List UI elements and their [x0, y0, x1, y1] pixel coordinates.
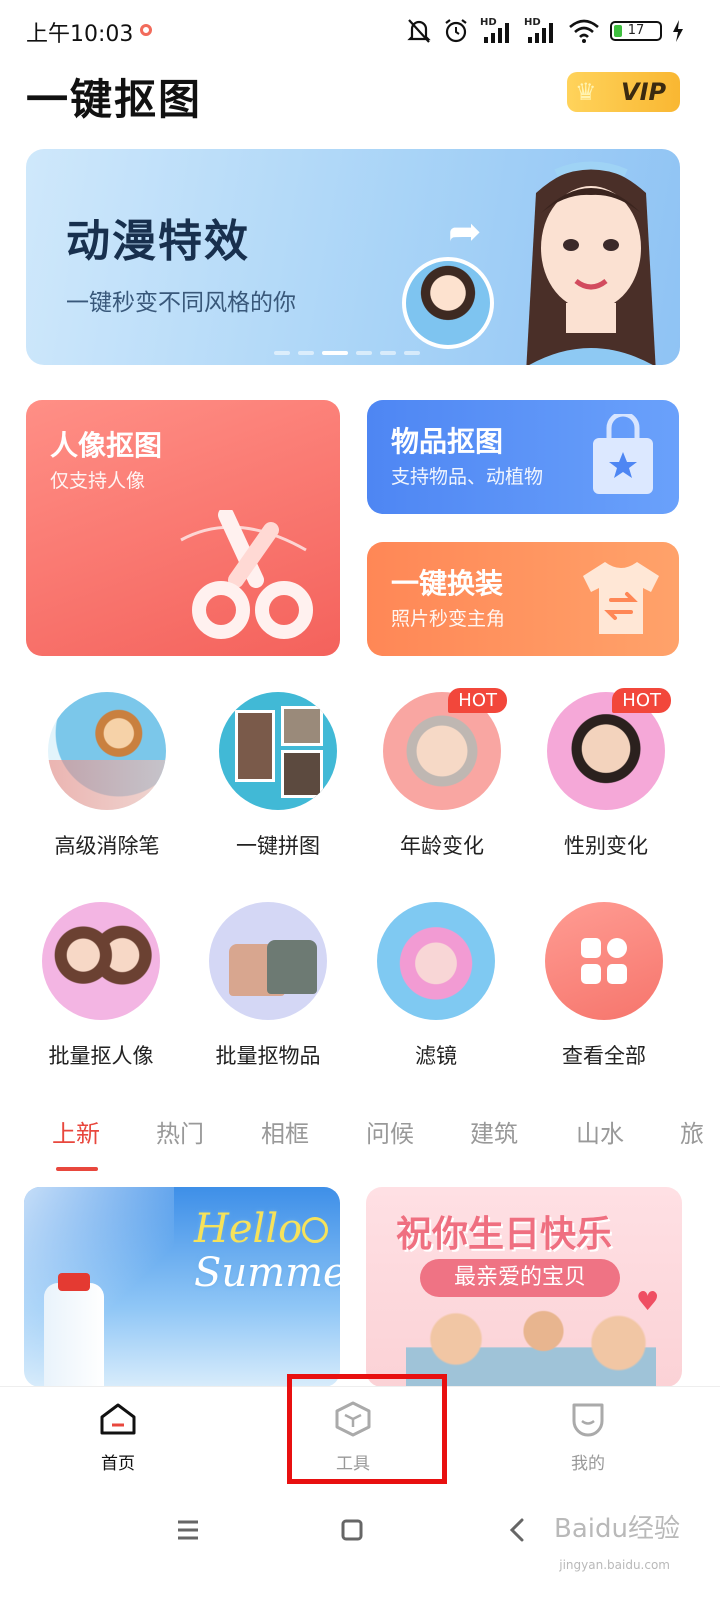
signal-hd-icon-2: HD — [524, 17, 558, 45]
tool-collage[interactable]: 一键拼图 — [193, 692, 363, 860]
tab-new[interactable]: 上新 — [52, 1114, 100, 1149]
tshirt-swap-icon — [583, 562, 659, 634]
batch-portrait-thumbnail — [42, 902, 160, 1020]
outfit-swap-card[interactable]: 一键换装 照片秒变主角 — [367, 542, 679, 656]
baidu-watermark-url: jingyan.baidu.com — [559, 1558, 670, 1572]
collage-thumbnail — [219, 692, 337, 810]
tab-hot[interactable]: 热门 — [156, 1114, 204, 1149]
outfit-card-title: 一键换装 — [391, 567, 504, 600]
signal-hd-icon: HD — [480, 17, 514, 45]
object-cutout-card[interactable]: 物品抠图 支持物品、动植物 — [367, 400, 679, 514]
tab-frames[interactable]: 相框 — [261, 1114, 309, 1149]
bottle-image — [44, 1283, 104, 1387]
object-card-subtitle: 支持物品、动植物 — [391, 466, 544, 488]
vip-label: VIP — [621, 78, 667, 106]
tool-label: 批量抠物品 — [215, 1044, 321, 1068]
nav-profile-label: 我的 — [571, 1454, 605, 1474]
filter-thumbnail — [377, 902, 495, 1020]
tool-gender-change[interactable]: HOT 性别变化 — [521, 688, 691, 860]
app-title: 一键抠图 — [26, 75, 203, 124]
tool-label: 性别变化 — [564, 834, 648, 858]
eraser-pen-thumbnail — [48, 692, 166, 810]
banner-dot[interactable] — [356, 351, 372, 355]
scissors-icon — [180, 510, 313, 639]
nav-home[interactable]: 首页 — [58, 1401, 178, 1474]
portrait-card-title: 人像抠图 — [50, 429, 163, 462]
home-square-icon[interactable] — [332, 1510, 372, 1550]
portrait-card-subtitle: 仅支持人像 — [50, 470, 146, 492]
share-arrow-icon: ➦ — [448, 209, 482, 255]
wifi-icon — [569, 19, 599, 43]
mute-bell-icon — [407, 19, 431, 43]
tool-view-all[interactable]: 查看全部 — [519, 902, 689, 1070]
banner-dot[interactable] — [274, 351, 290, 355]
shopping-bag-icon — [593, 414, 653, 494]
menu-icon[interactable] — [168, 1510, 208, 1550]
tool-label: 年龄变化 — [400, 834, 484, 858]
tab-landscape[interactable]: 山水 — [576, 1114, 624, 1149]
view-all-thumbnail — [545, 902, 663, 1020]
tool-batch-object[interactable]: 批量抠物品 — [183, 902, 353, 1070]
back-chevron-icon[interactable] — [498, 1510, 538, 1550]
batch-object-thumbnail — [209, 902, 327, 1020]
tool-batch-portrait[interactable]: 批量抠人像 — [16, 902, 186, 1070]
active-tab-indicator — [56, 1167, 98, 1171]
promo-banner[interactable]: 动漫特效 一键秒变不同风格的你 ➦ — [26, 149, 680, 365]
bottle-cap — [58, 1273, 90, 1291]
tool-label: 滤镜 — [415, 1044, 457, 1068]
charging-icon — [673, 20, 683, 42]
tool-label: 批量抠人像 — [48, 1044, 154, 1068]
highlight-annotation-box — [287, 1374, 447, 1484]
anime-portrait-image — [526, 161, 656, 365]
tool-label: 一键拼图 — [236, 834, 320, 858]
banner-dot[interactable] — [380, 351, 396, 355]
summer-line2: Summer — [194, 1250, 340, 1296]
tool-age-change[interactable]: HOT 年龄变化 — [357, 688, 527, 860]
sun-icon — [302, 1217, 328, 1243]
tool-filter[interactable]: 滤镜 — [351, 902, 521, 1070]
template-summer[interactable]: Hello Summer — [24, 1187, 340, 1387]
tool-eraser-pen[interactable]: 高级消除笔 — [22, 692, 192, 860]
tab-travel[interactable]: 旅 — [680, 1114, 704, 1149]
tab-architecture[interactable]: 建筑 — [470, 1114, 518, 1149]
tool-label: 查看全部 — [562, 1044, 646, 1068]
hot-badge: HOT — [448, 688, 507, 713]
crown-icon: ♛ — [575, 78, 597, 106]
original-photo-avatar — [402, 257, 494, 349]
category-tabs: 上新 热门 相框 问候 建筑 山水 旅 — [0, 1110, 720, 1174]
vip-button[interactable]: ♛ VIP — [567, 72, 680, 112]
banner-dot-active[interactable] — [322, 351, 348, 355]
portrait-cutout-card[interactable]: 人像抠图 仅支持人像 — [26, 400, 340, 656]
baidu-watermark: Baidu经验 — [554, 1514, 680, 1544]
status-bar: 上午10:03 HD HD 17 — [0, 0, 720, 62]
tab-greetings[interactable]: 问候 — [366, 1114, 414, 1149]
battery-icon: 17 — [610, 21, 662, 41]
status-icons: HD HD 17 — [406, 14, 684, 48]
banner-title: 动漫特效 — [66, 216, 250, 267]
hot-badge: HOT — [612, 688, 671, 713]
birthday-template-title: 祝你生日快乐 — [396, 1214, 613, 1255]
banner-dot[interactable] — [404, 351, 420, 355]
banner-subtitle: 一键秒变不同风格的你 — [66, 290, 296, 316]
template-birthday[interactable]: 祝你生日快乐 最亲爱的宝贝 ♥ — [366, 1187, 682, 1387]
banner-pagination — [274, 351, 420, 355]
home-icon — [100, 1403, 136, 1435]
grid-icon — [581, 938, 627, 984]
nav-home-label: 首页 — [101, 1454, 135, 1474]
birthday-template-pill: 最亲爱的宝贝 — [420, 1259, 620, 1297]
tool-label: 高级消除笔 — [54, 834, 160, 858]
battery-level: 17 — [627, 23, 645, 38]
banner-dot[interactable] — [298, 351, 314, 355]
object-card-title: 物品抠图 — [391, 425, 504, 458]
nav-profile[interactable]: 我的 — [528, 1401, 648, 1474]
profile-icon — [572, 1403, 604, 1437]
recording-indicator-icon — [140, 24, 152, 36]
status-time: 上午10:03 — [26, 22, 134, 47]
system-navigation-bar: Baidu经验 jingyan.baidu.com — [0, 1488, 720, 1600]
alarm-icon — [445, 19, 467, 43]
outfit-card-subtitle: 照片秒变主角 — [391, 608, 506, 630]
